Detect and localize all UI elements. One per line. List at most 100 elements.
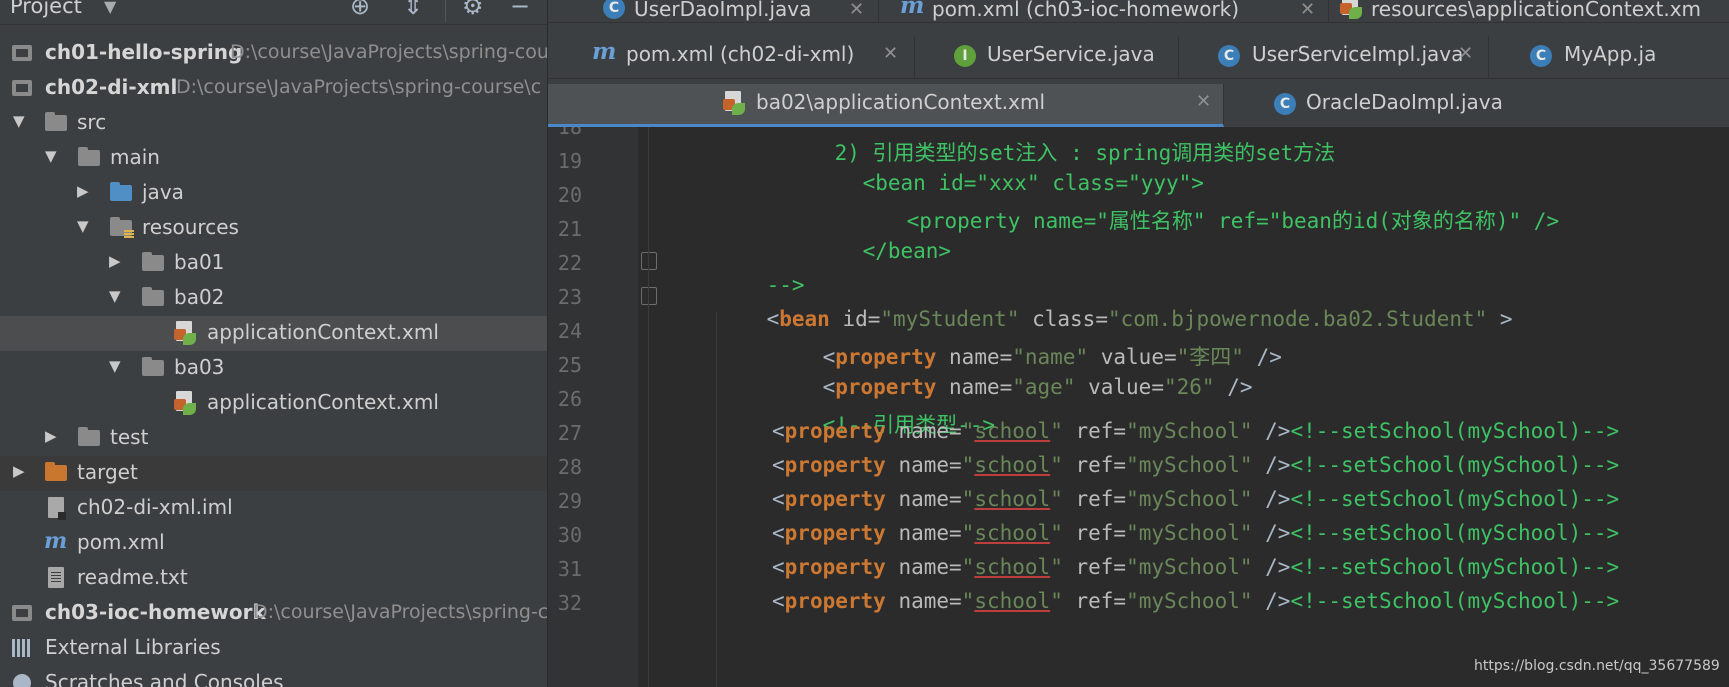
tab-userdaoimpl[interactable]: C UserDaoImpl.java ✕ — [548, 0, 879, 22]
attr-value-unresolved: school — [974, 419, 1051, 443]
module-name: ch02-di-xml — [45, 75, 178, 99]
fold-start-marker[interactable] — [641, 287, 657, 305]
tab-oracledaoimpl[interactable]: C OracleDaoImpl.java — [1224, 84, 1729, 126]
tab-label: ba02\applicationContext.xml — [756, 90, 1046, 114]
locate-target-icon[interactable]: ⊕ — [350, 0, 370, 20]
tree-item-applicationcontext-ba02[interactable]: applicationContext.xml — [0, 316, 547, 351]
indent-guide — [716, 312, 717, 687]
tree-item-main[interactable]: ▼ main — [0, 141, 547, 176]
tree-item-target[interactable]: ▶ target — [0, 456, 547, 491]
attr-value-quote: " — [961, 453, 975, 477]
line-number: 20 — [557, 183, 582, 207]
line-number: 28 — [557, 455, 582, 479]
folder-icon — [45, 112, 67, 131]
expanded-arrow-icon[interactable]: ▼ — [45, 147, 59, 165]
attr-value: "26" — [1163, 375, 1215, 399]
tree-item-applicationcontext-ba03[interactable]: applicationContext.xml — [0, 386, 547, 421]
tree-item-ch01-hello-spring[interactable]: ch01-hello-spring D:\course\JavaProjects… — [0, 36, 547, 71]
fold-end-marker[interactable] — [641, 252, 657, 270]
close-icon[interactable]: ✕ — [849, 0, 864, 20]
tab-ba02-applicationcontext[interactable]: ba02\applicationContext.xml ✕ — [548, 84, 1224, 127]
attr-name: ref= — [1062, 487, 1127, 511]
close-icon[interactable]: ✕ — [1458, 43, 1473, 64]
tree-item-readme[interactable]: readme.txt — [0, 561, 547, 596]
tree-item-ch03-ioc-homework[interactable]: ch03-ioc-homework D:\course\JavaProjects… — [0, 596, 547, 631]
tag-bracket: /> — [1252, 555, 1291, 579]
attr-value-quote: " — [961, 555, 975, 579]
tree-item-iml[interactable]: ch02-di-xml.iml — [0, 491, 547, 526]
tab-label: UserDaoImpl.java — [634, 0, 812, 21]
code-editor[interactable]: 18 19 20 21 22 23 24 25 26 27 28 29 30 3… — [548, 127, 1729, 687]
maven-icon: m — [900, 0, 925, 19]
view-selector-chevron-down-icon[interactable]: ▼ — [104, 0, 116, 16]
tree-item-ba03[interactable]: ▼ ba03 — [0, 351, 547, 386]
toolbar-divider — [445, 0, 446, 22]
close-icon[interactable]: ✕ — [1300, 0, 1315, 20]
tree-item-label: src — [77, 110, 107, 134]
expanded-arrow-icon[interactable]: ▼ — [77, 217, 91, 235]
maven-icon: m — [44, 528, 68, 554]
close-icon[interactable]: ✕ — [883, 43, 898, 64]
attr-value: "mySchool" — [1126, 419, 1253, 443]
collapse-all-icon[interactable]: ⇕ — [403, 0, 423, 20]
tag-bracket: /> — [1252, 419, 1291, 443]
attr-value-unresolved: school — [974, 521, 1051, 545]
tree-item-label: pom.xml — [77, 530, 165, 554]
tree-item-test[interactable]: ▶ test — [0, 421, 547, 456]
line-number: 32 — [557, 591, 582, 615]
attr-value-unresolved: school — [974, 555, 1051, 579]
text-file-icon — [48, 567, 64, 588]
spring-xml-icon — [174, 391, 196, 415]
collapsed-arrow-icon[interactable]: ▶ — [13, 462, 27, 480]
line-number: 23 — [557, 285, 582, 309]
collapsed-arrow-icon[interactable]: ▶ — [109, 252, 123, 270]
xml-comment: <property name="属性名称" ref="bean的id(对象的名称… — [906, 209, 1560, 233]
tag-name: property — [784, 453, 886, 477]
tab-label: pom.xml (ch02-di-xml) — [626, 42, 855, 66]
tree-item-scratches[interactable]: Scratches and Consoles — [0, 666, 547, 687]
tab-pom-ch03[interactable]: m pom.xml (ch03-ioc-homework) ✕ — [878, 0, 1329, 22]
line-number-gutter: 18 19 20 21 22 23 24 25 26 27 28 29 30 3… — [548, 127, 638, 687]
module-name: ch01-hello-spring — [45, 40, 243, 64]
gear-icon[interactable]: ⚙ — [462, 0, 484, 20]
line-number: 24 — [557, 319, 582, 343]
tree-item-label: applicationContext.xml — [207, 320, 439, 344]
tree-item-ba01[interactable]: ▶ ba01 — [0, 246, 547, 281]
close-icon[interactable]: ✕ — [1196, 91, 1211, 112]
tab-userservice[interactable]: I UserService.java — [914, 36, 1179, 78]
expanded-arrow-icon[interactable]: ▼ — [109, 287, 123, 305]
libraries-icon — [12, 639, 32, 657]
hide-panel-icon[interactable]: − — [510, 0, 530, 20]
class-icon: C — [603, 0, 625, 19]
project-panel-header: Project ▼ ⊕ ⇕ ⚙ − — [0, 0, 547, 25]
collapsed-arrow-icon[interactable]: ▶ — [77, 182, 91, 200]
tree-item-ba02[interactable]: ▼ ba02 — [0, 281, 547, 316]
attr-value-quote: " — [961, 487, 975, 511]
attr-name: value= — [1075, 375, 1164, 399]
attr-name: ref= — [1062, 555, 1127, 579]
attr-value-quote: " — [1050, 419, 1063, 443]
attr-value-quote: " — [961, 419, 975, 443]
tab-resources-applicationcontext[interactable]: resources\applicationContext.xm — [1328, 0, 1729, 22]
module-icon — [12, 45, 32, 61]
code-line-30: <property name="school" ref="mySchool" /… — [772, 521, 1619, 545]
tab-pom-ch02[interactable]: m pom.xml (ch02-di-xml) ✕ — [548, 36, 915, 78]
tree-item-external-libraries[interactable]: External Libraries — [0, 631, 547, 666]
attr-name: name= — [885, 453, 962, 477]
line-number: 29 — [557, 489, 582, 513]
collapsed-arrow-icon[interactable]: ▶ — [45, 427, 59, 445]
tree-item-java[interactable]: ▶ java — [0, 176, 547, 211]
tree-item-src[interactable]: ▼ src — [0, 106, 547, 141]
expanded-arrow-icon[interactable]: ▼ — [109, 357, 123, 375]
tree-item-resources[interactable]: ▼ resources — [0, 211, 547, 246]
tree-item-pom[interactable]: m pom.xml — [0, 526, 547, 561]
tab-myapp[interactable]: C MyApp.ja — [1488, 36, 1729, 78]
tree-item-label: applicationContext.xml — [207, 390, 439, 414]
tag-bracket: < — [772, 555, 785, 579]
tag-bracket: > — [1487, 307, 1513, 331]
tab-userserviceimpl[interactable]: C UserServiceImpl.java ✕ — [1178, 36, 1489, 78]
expanded-arrow-icon[interactable]: ▼ — [13, 112, 27, 130]
project-view-title[interactable]: Project — [10, 0, 82, 18]
tree-item-ch02-di-xml[interactable]: ch02-di-xml D:\course\JavaProjects\sprin… — [0, 71, 547, 106]
tree-item-label: ba02 — [174, 285, 225, 309]
